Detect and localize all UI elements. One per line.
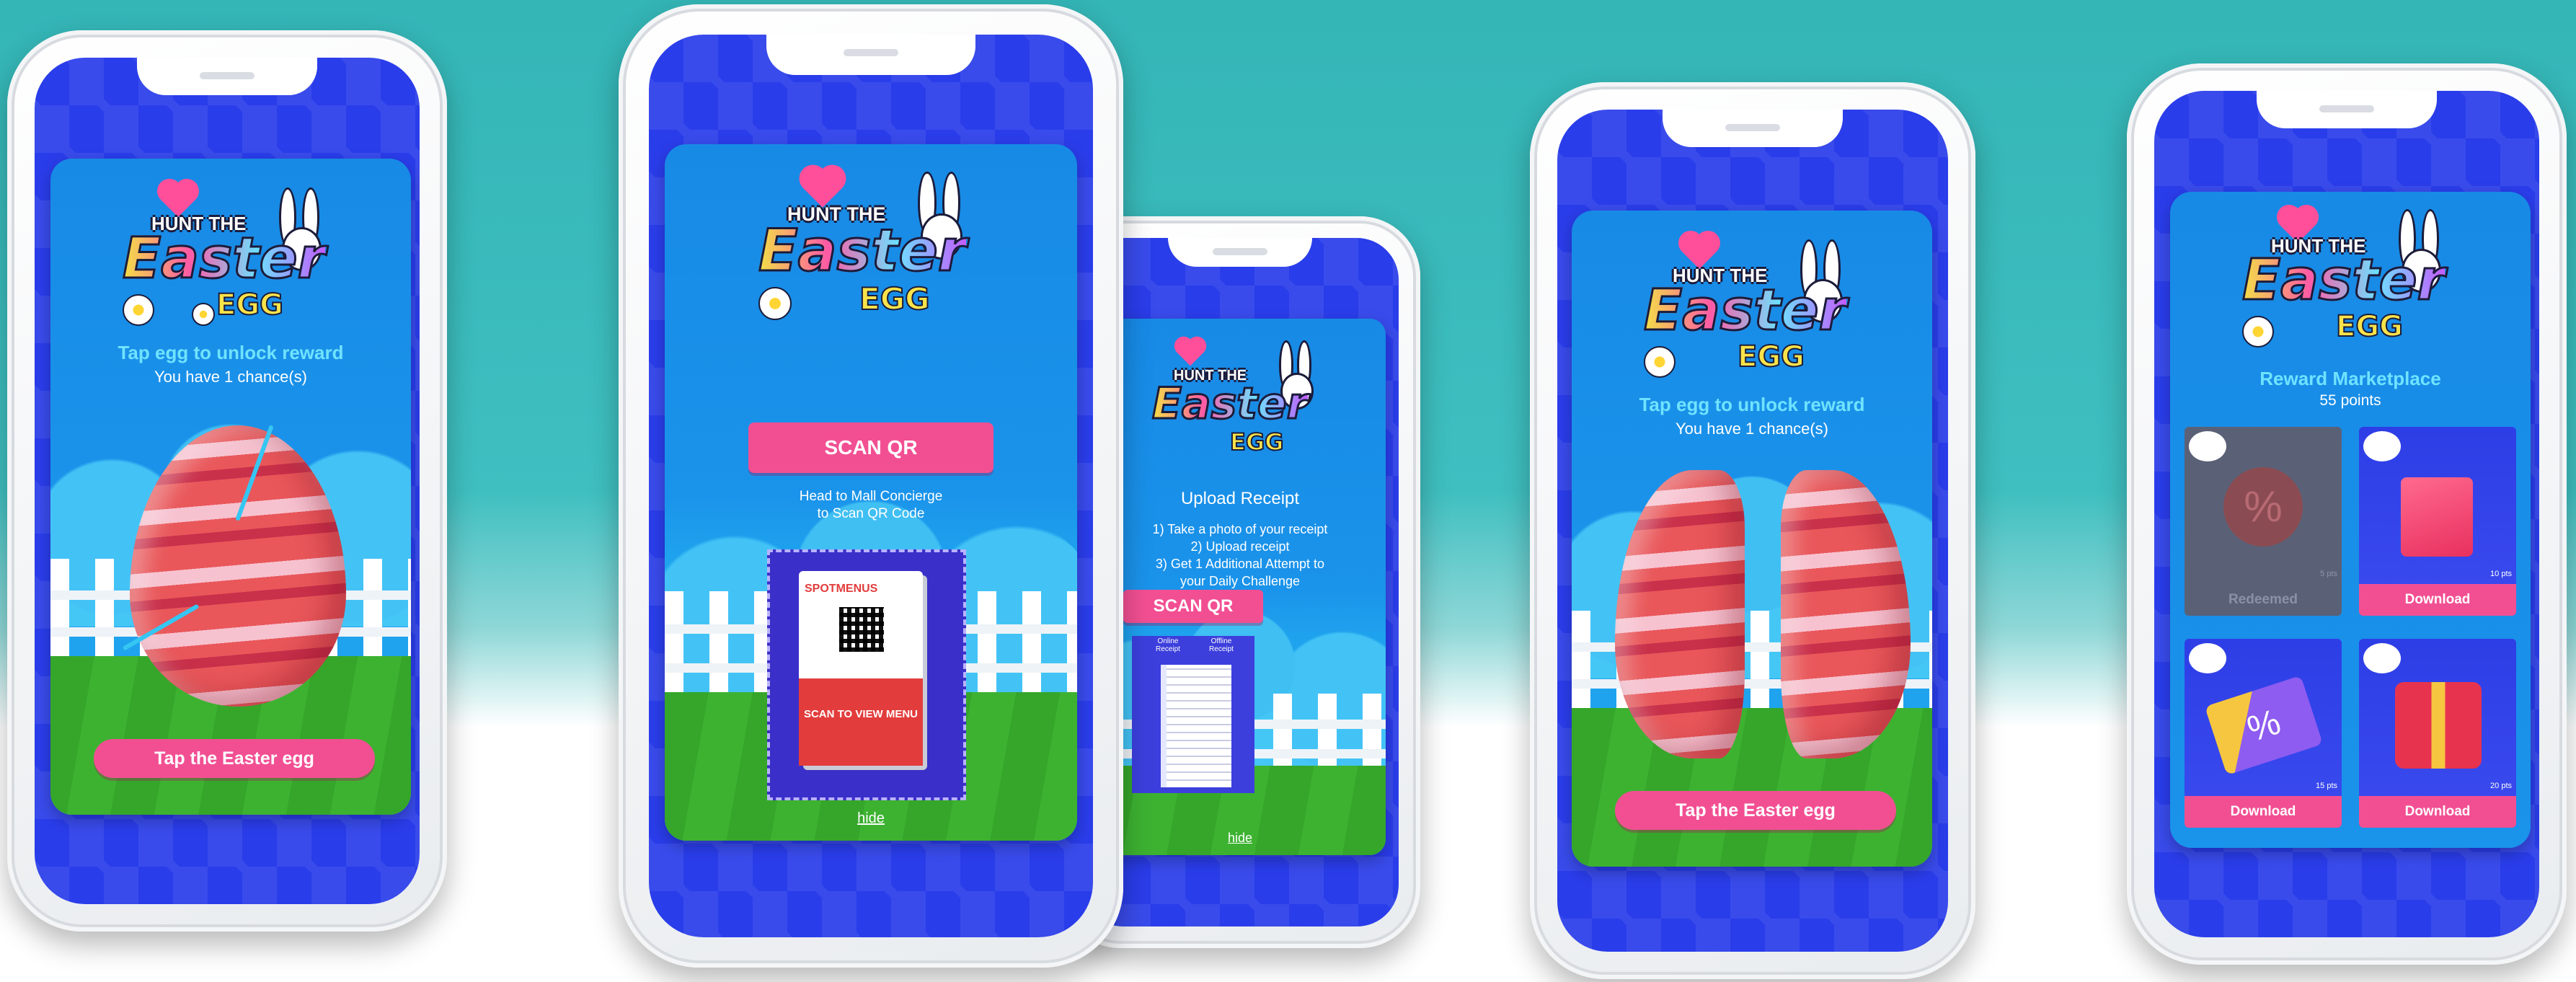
flower-icon (1644, 346, 1676, 378)
crack (235, 425, 274, 521)
phone-reward-marketplace: HUNT THE Easter EGG Reward Marketplace 5… (2127, 63, 2567, 965)
tap-easter-egg-button[interactable]: Tap the Easter egg (1615, 791, 1896, 830)
receipt-card: HUNT THE Easter EGG Upload Receipt 1) Ta… (1094, 319, 1386, 855)
phone-scan-qr: HUNT THE Easter EGG SCAN QR Head to Mall… (619, 4, 1123, 968)
hunt-the-easter-egg-logo: HUNT THE Easter EGG (122, 166, 339, 332)
tap-easter-egg-button[interactable]: Tap the Easter egg (94, 739, 375, 778)
logo-egg: EGG (859, 280, 931, 317)
tile-badge (2363, 643, 2401, 673)
screen: HUNT THE Easter EGG Tap egg to unlock re… (35, 58, 420, 904)
instruction-line-1: Head to Mall Concierge (799, 489, 943, 504)
tile-badge (2189, 643, 2226, 673)
flower-icon (123, 294, 154, 326)
scan-qr-button[interactable]: SCAN QR (748, 423, 993, 473)
screen: HUNT THE Easter EGG Reward Marketplace 5… (2154, 91, 2539, 937)
flower-icon (758, 287, 792, 320)
notch (1168, 238, 1312, 267)
hunt-the-easter-egg-logo: HUNT THE Easter EGG (757, 153, 982, 326)
tile-badge (2189, 431, 2226, 461)
logo-easter: Easter (122, 226, 327, 291)
step-3-cont: your Daily Challenge (1179, 574, 1301, 588)
logo-easter: Easter (1643, 278, 1848, 343)
online-receipt-label: Online Receipt (1156, 637, 1180, 653)
screen: HUNT THE Easter EGG Upload Receipt 1) Ta… (1081, 238, 1399, 926)
download-button[interactable]: Download (2359, 584, 2516, 616)
tent-text: SCAN TO VIEW MENU (803, 708, 919, 720)
qr-tent-card-image: SPOTMENUS SCAN TO VIEW MENU (767, 549, 966, 800)
scan-card: HUNT THE Easter EGG SCAN QR Head to Mall… (665, 144, 1077, 841)
prompt-text: Tap egg to unlock reward (1639, 394, 1865, 415)
notch (137, 58, 317, 95)
redeemed-label: Redeemed (2185, 584, 2342, 616)
hide-link[interactable]: hide (665, 810, 1077, 827)
notch (1663, 110, 1843, 147)
tile-badge (2363, 431, 2401, 461)
chances-text: You have 1 chance(s) (1676, 420, 1828, 438)
reward-tile: 20 pts Download (2359, 639, 2516, 828)
hunt-the-easter-egg-logo: HUNT THE Easter EGG (1643, 218, 1860, 384)
step-2: 2) Upload receipt (1190, 539, 1290, 554)
logo-egg: EGG (1737, 340, 1805, 374)
reward-tile: % 15 pts Download (2185, 639, 2342, 828)
qr-code-icon (839, 607, 884, 652)
upload-receipt-title: Upload Receipt (1180, 489, 1300, 508)
menu-tent-card: SPOTMENUS SCAN TO VIEW MENU (799, 571, 923, 766)
chances-text: You have 1 chance(s) (154, 368, 307, 386)
notch (766, 35, 975, 75)
logo-egg: EGG (2335, 309, 2404, 344)
points-text: 55 points (2319, 392, 2381, 409)
game-card: HUNT THE Easter EGG Tap egg to unlock re… (1572, 211, 1932, 867)
logo-easter: Easter (1151, 379, 1309, 429)
phone-tap-egg-1: HUNT THE Easter EGG Tap egg to unlock re… (7, 30, 447, 932)
coupon-icon: % (2204, 675, 2324, 776)
reward-tile: 10 pts Download (2359, 427, 2516, 616)
tile-points: 15 pts (2316, 782, 2337, 790)
logo-easter: Easter (2241, 248, 2446, 313)
gift-box-icon (2395, 682, 2482, 769)
receipt-example: Online Receipt Offline Receipt (1132, 636, 1254, 793)
hunt-the-easter-egg-logo: HUNT THE Easter EGG (1151, 326, 1325, 463)
notch (2257, 91, 2437, 128)
phone-tap-egg-2: HUNT THE Easter EGG Tap egg to unlock re… (1530, 82, 1975, 979)
game-card: HUNT THE Easter EGG Tap egg to unlock re… (50, 159, 411, 815)
marketplace-card: HUNT THE Easter EGG Reward Marketplace 5… (2170, 192, 2531, 848)
reward-tile-redeemed: % 5 pts Redeemed (2185, 427, 2342, 616)
screen: HUNT THE Easter EGG SCAN QR Head to Mall… (649, 35, 1093, 937)
hunt-the-easter-egg-logo: HUNT THE Easter EGG (2241, 192, 2458, 358)
scan-qr-button[interactable]: SCAN QR (1123, 590, 1263, 623)
logo-egg: EGG (216, 288, 284, 322)
step-1: 1) Take a photo of your receipt (1152, 522, 1328, 536)
instruction-line-2: to Scan QR Code (817, 506, 925, 521)
offline-receipt-label: Offline Receipt (1209, 637, 1234, 653)
tile-points: 5 pts (2320, 570, 2337, 578)
flower-icon (192, 303, 215, 326)
tent-brand: SPOTMENUS (805, 583, 878, 595)
shopping-bag-icon (2401, 477, 2473, 557)
discount-badge-icon: % (2223, 467, 2303, 547)
logo-egg: EGG (1229, 428, 1284, 456)
screen: HUNT THE Easter EGG Tap egg to unlock re… (1557, 110, 1948, 952)
hide-link[interactable]: hide (1094, 831, 1386, 846)
prompt-text: Tap egg to unlock reward (118, 342, 344, 363)
download-button[interactable]: Download (2359, 796, 2516, 828)
tile-points: 20 pts (2490, 782, 2512, 790)
receipt-image (1161, 665, 1231, 787)
marketplace-title: Reward Marketplace (2259, 368, 2441, 389)
flower-icon (2242, 316, 2274, 348)
logo-easter: Easter (757, 217, 967, 284)
step-3: 3) Get 1 Additional Attempt to (1155, 557, 1325, 571)
tile-points: 10 pts (2490, 570, 2512, 578)
download-button[interactable]: Download (2185, 796, 2342, 828)
